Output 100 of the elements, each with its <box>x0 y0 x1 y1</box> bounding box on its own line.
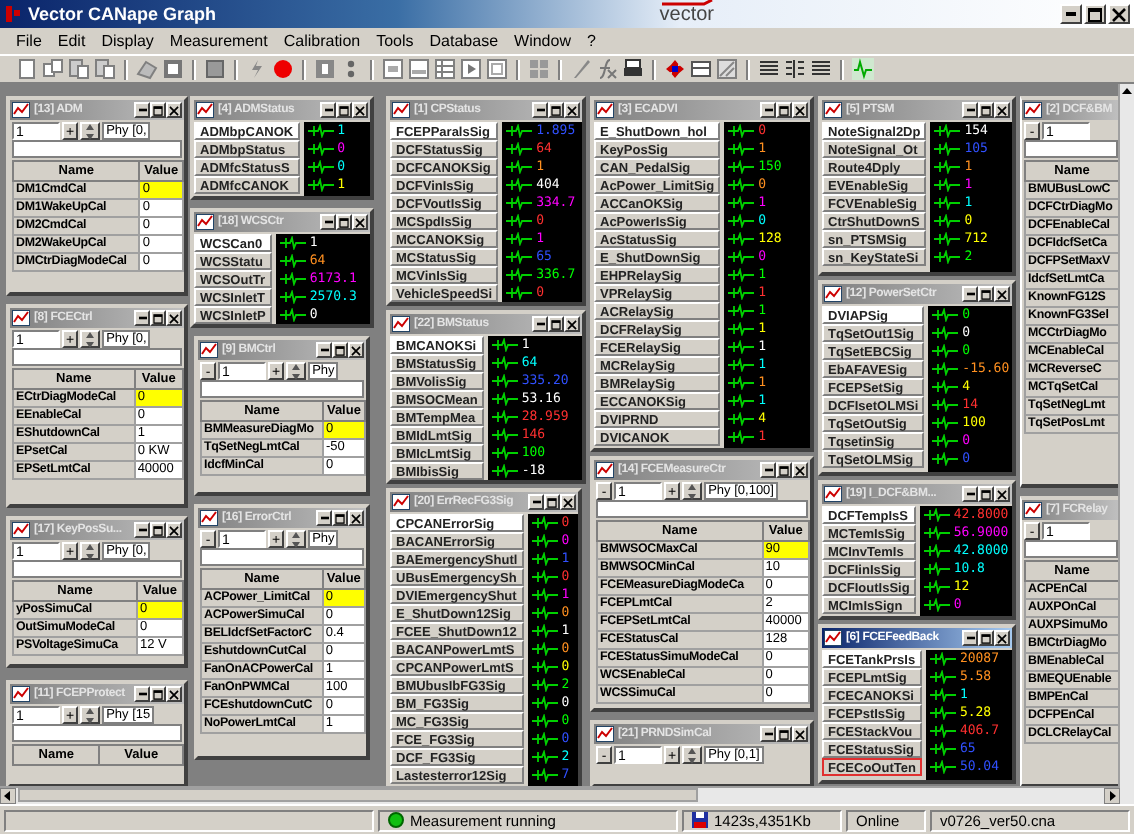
scroll-left-button[interactable] <box>0 788 16 804</box>
edit-field[interactable] <box>12 140 182 158</box>
minimize-button[interactable] <box>316 342 332 358</box>
close-button[interactable] <box>166 102 182 118</box>
minimize-button[interactable] <box>532 102 548 118</box>
window-icon[interactable] <box>204 58 226 80</box>
close-button[interactable] <box>166 310 182 326</box>
minimize-button[interactable] <box>316 510 332 526</box>
menu-item[interactable]: Display <box>93 32 162 50</box>
minimize-button[interactable] <box>1060 4 1082 24</box>
close-button[interactable] <box>792 726 808 742</box>
maximize-button[interactable] <box>978 286 994 302</box>
move-icon[interactable] <box>664 58 686 80</box>
minimize-button[interactable] <box>134 686 150 702</box>
edit-field[interactable] <box>200 380 364 398</box>
edit-field[interactable] <box>12 724 182 742</box>
copy-icon[interactable] <box>42 58 64 80</box>
printer-icon[interactable] <box>622 58 644 80</box>
new-icon[interactable] <box>16 58 38 80</box>
step-button[interactable] <box>286 361 307 379</box>
minimize-button[interactable] <box>134 102 150 118</box>
close-button[interactable] <box>994 486 1010 502</box>
menu-item[interactable]: File <box>8 32 50 50</box>
maximize-button[interactable] <box>978 486 994 502</box>
close-button[interactable] <box>564 102 580 118</box>
minimize-button[interactable] <box>760 462 776 478</box>
edit-field[interactable] <box>1024 140 1118 158</box>
edit-field[interactable] <box>1024 540 1118 558</box>
step-button[interactable] <box>80 541 101 559</box>
maximize-button[interactable] <box>776 462 792 478</box>
vertical-scrollbar[interactable] <box>1118 84 1134 804</box>
align-left-icon[interactable] <box>758 58 780 80</box>
edit-field[interactable] <box>12 348 182 366</box>
edit-field[interactable] <box>12 560 182 578</box>
record-icon[interactable] <box>272 58 294 80</box>
minimize-button[interactable] <box>528 494 544 510</box>
minimize-button[interactable] <box>962 286 978 302</box>
minimize-button[interactable] <box>962 630 978 646</box>
maximize-button[interactable] <box>150 686 166 702</box>
close-button[interactable] <box>352 102 368 118</box>
step-button[interactable] <box>682 745 703 763</box>
minimize-button[interactable] <box>760 102 776 118</box>
paste-icon[interactable] <box>94 58 116 80</box>
menu-item[interactable]: Calibration <box>275 32 369 50</box>
maximize-button[interactable] <box>776 102 792 118</box>
maximize-button[interactable] <box>548 102 564 118</box>
step-button[interactable] <box>80 705 101 723</box>
close-button[interactable] <box>560 494 576 510</box>
close-button[interactable] <box>348 342 364 358</box>
scroll-up-icon[interactable] <box>1122 88 1132 94</box>
minimize-button[interactable] <box>962 486 978 502</box>
close-button[interactable] <box>792 462 808 478</box>
paste-icon[interactable] <box>68 58 90 80</box>
device-icon[interactable] <box>162 58 184 80</box>
close-button[interactable] <box>352 214 368 230</box>
maximize-button[interactable] <box>978 102 994 118</box>
split-icon[interactable] <box>784 58 806 80</box>
close-button[interactable] <box>348 510 364 526</box>
minimize-button[interactable] <box>760 726 776 742</box>
step-button[interactable] <box>286 529 307 547</box>
maximize-button[interactable] <box>548 316 564 332</box>
close-button[interactable] <box>994 630 1010 646</box>
menu-item[interactable]: Edit <box>49 32 94 50</box>
parking-icon[interactable] <box>314 58 336 80</box>
menu-item[interactable]: ? <box>578 32 604 50</box>
panel-icon[interactable] <box>486 58 508 80</box>
panel-icon[interactable] <box>408 58 430 80</box>
minimize-button[interactable] <box>134 522 150 538</box>
close-button[interactable] <box>994 102 1010 118</box>
maximize-button[interactable] <box>336 214 352 230</box>
table-icon[interactable] <box>434 58 456 80</box>
minimize-button[interactable] <box>320 214 336 230</box>
maximize-button[interactable] <box>150 102 166 118</box>
close-button[interactable] <box>994 286 1010 302</box>
eraser-icon[interactable] <box>136 58 158 80</box>
close-button[interactable] <box>564 316 580 332</box>
edit-field[interactable] <box>200 548 364 566</box>
maximize-button[interactable] <box>332 342 348 358</box>
edit-field[interactable] <box>596 500 808 518</box>
minimize-button[interactable] <box>134 310 150 326</box>
step-button[interactable] <box>80 121 101 139</box>
play-icon[interactable] <box>460 58 482 80</box>
close-button[interactable] <box>166 686 182 702</box>
panel-icon[interactable] <box>382 58 404 80</box>
minimize-button[interactable] <box>962 102 978 118</box>
menu-item[interactable]: Tools <box>368 32 422 50</box>
maximize-button[interactable] <box>978 630 994 646</box>
minimize-button[interactable] <box>320 102 336 118</box>
align-right-icon[interactable] <box>810 58 832 80</box>
maximize-button[interactable] <box>150 310 166 326</box>
maximize-button[interactable] <box>336 102 352 118</box>
scroll-right-button[interactable] <box>1104 788 1120 804</box>
step-button[interactable] <box>80 329 101 347</box>
maximize-button[interactable] <box>150 522 166 538</box>
step-button[interactable] <box>682 481 703 499</box>
maximize-button[interactable] <box>332 510 348 526</box>
maximize-button[interactable] <box>776 726 792 742</box>
close-button[interactable] <box>166 522 182 538</box>
menu-item[interactable]: Database <box>421 32 507 50</box>
menu-item[interactable]: Window <box>506 32 579 50</box>
